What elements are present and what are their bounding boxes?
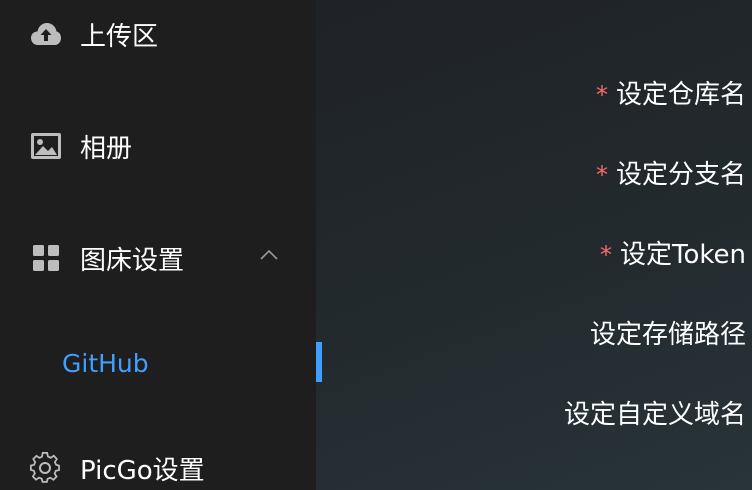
cloud-upload-icon [30, 18, 62, 50]
sidebar-item-label: 图床设置 [80, 245, 185, 276]
sidebar-item-label: 上传区 [80, 21, 159, 52]
chevron-up-icon[interactable] [258, 244, 280, 266]
sidebar-subitem-label: GitHub [62, 348, 149, 378]
image-icon [30, 130, 62, 162]
form-label-token: * 设定Token [600, 234, 746, 271]
sidebar-item-picbed-settings[interactable]: 图床设置 [0, 230, 316, 286]
form-label-repo: * 设定仓库名 [596, 74, 746, 111]
sidebar-item-label: PicGo设置 [80, 455, 205, 486]
gear-icon [30, 452, 62, 484]
sidebar-item-upload[interactable]: 上传区 [0, 6, 316, 62]
sidebar: 上传区 相册 图床设置 GitHub PicGo设置 [0, 0, 316, 490]
grid-icon [30, 242, 62, 274]
form-label-text: 设定存储路径 [589, 320, 746, 350]
form-label-custom-domain: 设定自定义域名 [564, 394, 746, 431]
sidebar-item-album[interactable]: 相册 [0, 118, 316, 174]
form-label-text: 设定Token [620, 240, 746, 270]
form-label-text: 设定自定义域名 [563, 400, 746, 430]
required-mark: * [595, 81, 608, 109]
sidebar-item-label: 相册 [80, 133, 133, 164]
settings-form-panel: * 设定仓库名 * 设定分支名 * 设定Token 设定存储路径 设定自定义域名 [316, 0, 752, 490]
form-label-branch: * 设定分支名 [596, 154, 746, 191]
form-label-text: 设定仓库名 [615, 80, 746, 110]
form-label-text: 设定分支名 [615, 160, 746, 190]
required-mark: * [595, 161, 608, 189]
app-root: 上传区 相册 图床设置 GitHub PicGo设置 * 设定仓库名 * 设定分… [0, 0, 752, 490]
sidebar-item-picgo-settings[interactable]: PicGo设置 [0, 440, 316, 490]
form-label-path: 设定存储路径 [590, 314, 746, 351]
required-mark: * [600, 241, 613, 269]
active-indicator [316, 342, 322, 382]
sidebar-subitem-github[interactable]: GitHub [0, 336, 316, 390]
